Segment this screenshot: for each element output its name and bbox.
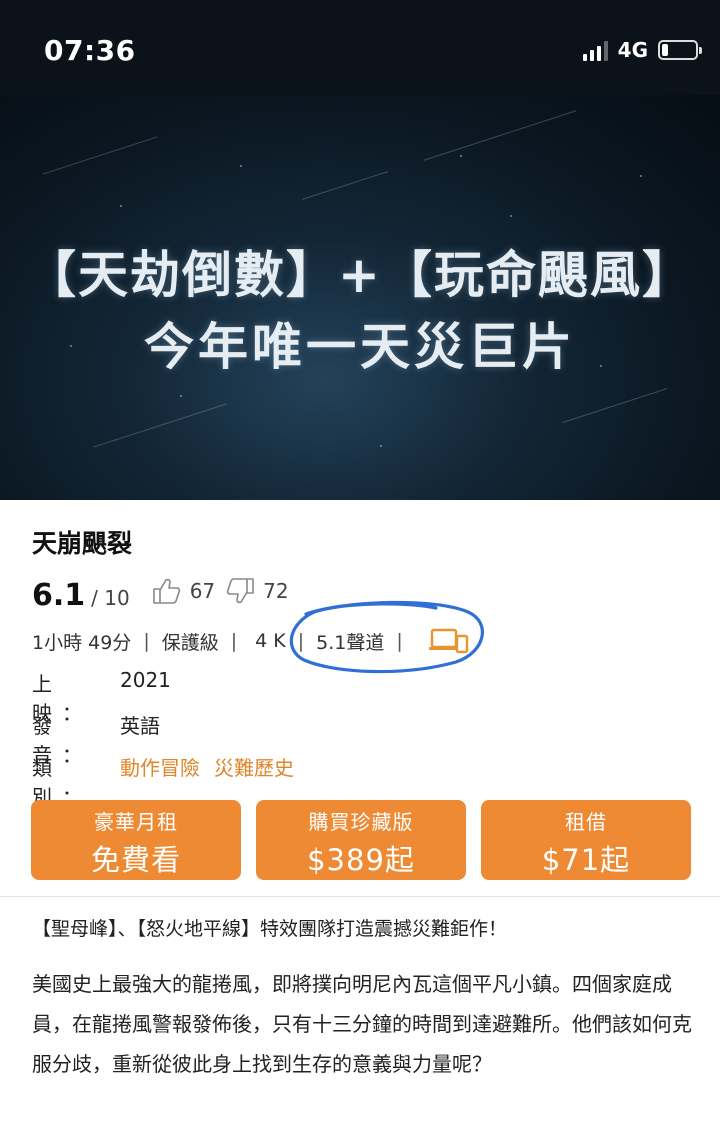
dislike-count: 72 — [263, 579, 289, 603]
status-time: 07:36 — [44, 34, 136, 67]
like-button[interactable]: 67 — [152, 577, 215, 605]
rent-button-caption: 租借 — [565, 810, 607, 834]
thumbs-down-icon — [226, 578, 254, 604]
banner-subheadline: 今年唯一天災巨片 — [144, 318, 576, 376]
movie-title: 天崩颶裂 — [32, 529, 133, 558]
buy-button[interactable]: 購買珍藏版 $389起 — [256, 800, 466, 880]
like-count: 67 — [189, 579, 216, 603]
dislike-button[interactable]: 72 — [225, 577, 289, 605]
rating-row: 6.1 / 10 67 72 — [32, 577, 289, 613]
score-max: / 10 — [91, 586, 130, 610]
annotation-circle — [289, 600, 484, 674]
status-indicators: 4G — [582, 38, 702, 62]
subscribe-button[interactable]: 豪華月租 免費看 — [31, 800, 241, 880]
rent-button[interactable]: 租借 $71起 — [481, 800, 691, 880]
age-rating: 保護級 — [161, 631, 219, 654]
network-type: 4G — [617, 38, 648, 62]
score: 6.1 — [32, 578, 86, 613]
rent-button-label: $71起 — [541, 843, 631, 877]
banner-headline: 【天劫倒數】+【玩命颶風】 — [26, 246, 694, 304]
status-bar: 07:36 4G — [0, 0, 720, 95]
resolution-badge: 4 K — [255, 630, 286, 652]
tagline: 【聖母峰】、【怒火地平線】特效團隊打造震撼災難鉅作！ — [32, 918, 508, 940]
subscribe-button-label: 免費看 — [90, 843, 181, 877]
video-banner[interactable]: 【天劫倒數】+【玩命颶風】 今年唯一天災巨片 — [0, 95, 720, 500]
thumbs-up-icon — [152, 578, 180, 604]
battery-level — [662, 44, 669, 56]
subscribe-button-caption: 豪華月租 — [94, 810, 178, 834]
signal-icon — [582, 39, 608, 61]
battery-icon — [658, 40, 702, 60]
buy-button-label: $389起 — [307, 843, 415, 877]
divider — [0, 896, 720, 897]
duration: 1小時 49分 — [32, 631, 132, 654]
synopsis: 美國史上最強大的龍捲風，即將撲向明尼內瓦這個平凡小鎮。四個家庭成員，在龍捲風警報… — [32, 972, 692, 1076]
buy-button-caption: 購買珍藏版 — [308, 810, 414, 834]
